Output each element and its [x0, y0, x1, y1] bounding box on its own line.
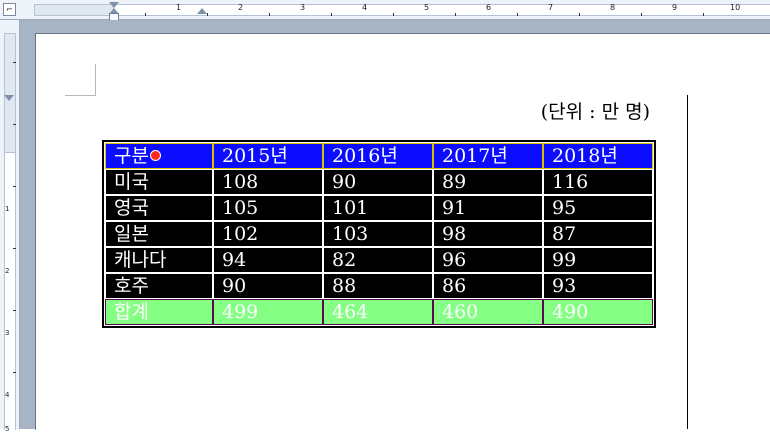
table-cell[interactable]: 2017년 — [433, 143, 543, 169]
table-cell[interactable]: 87 — [544, 222, 652, 246]
table-cell[interactable]: 93 — [544, 274, 652, 298]
tab-type-icon[interactable]: ⌐ — [3, 3, 16, 16]
table-cell[interactable]: 94 — [214, 248, 322, 272]
table-row: 영국 105 101 91 95 — [106, 196, 652, 220]
table-row: 호주 90 88 86 93 — [106, 274, 652, 298]
ruler-number: 2 — [5, 267, 10, 275]
table-cell[interactable]: 101 — [324, 196, 432, 220]
table-cell[interactable]: 103 — [324, 222, 432, 246]
table-cell[interactable]: 호주 — [106, 274, 212, 298]
table-header-row: 구분 2015년 2016년 2017년 2018년 — [105, 143, 653, 169]
ruler-left-margin — [34, 4, 114, 16]
table-cell[interactable]: 91 — [434, 196, 542, 220]
ruler-tick — [579, 13, 580, 16]
ruler-tick — [13, 372, 16, 373]
ruler-tick — [13, 310, 16, 311]
table-cell[interactable]: 90 — [324, 170, 432, 194]
vertical-indent-handle[interactable] — [4, 95, 14, 101]
table-cell[interactable]: 일본 — [106, 222, 212, 246]
ruler-number: 4 — [5, 391, 10, 399]
table-cell[interactable]: 90 — [214, 274, 322, 298]
right-indent-handle[interactable] — [197, 8, 207, 14]
ruler-number: 2 — [238, 3, 244, 12]
table-row: 일본 102 103 98 87 — [106, 222, 652, 246]
ruler-number: 5 — [424, 3, 430, 12]
table-cell[interactable]: 105 — [214, 196, 322, 220]
table-cell[interactable]: 96 — [434, 248, 542, 272]
ruler-number: 5 — [5, 425, 10, 433]
data-table[interactable]: 구분 2015년 2016년 2017년 2018년 미국 108 90 89 … — [102, 140, 656, 328]
ruler-tick — [13, 62, 16, 63]
table-cell[interactable]: 2015년 — [213, 143, 323, 169]
ruler-tick — [13, 186, 16, 187]
table-cell[interactable]: 2016년 — [323, 143, 433, 169]
ruler-number: 7 — [548, 3, 554, 12]
ruler-tick — [207, 13, 208, 16]
ruler-number: 1 — [176, 3, 182, 12]
ruler-tick — [517, 13, 518, 16]
ruler-number: 3 — [5, 329, 10, 337]
table-cell[interactable]: 99 — [544, 248, 652, 272]
table-row: 미국 108 90 89 116 — [106, 170, 652, 194]
unit-label: (단위 : 만 명) — [540, 101, 650, 123]
ruler-tick — [331, 13, 332, 16]
table-cell[interactable]: 464 — [323, 299, 433, 325]
ruler-tick — [13, 248, 16, 249]
ruler-tick — [455, 13, 456, 16]
table-cell[interactable]: 108 — [214, 170, 322, 194]
ruler-number: 4 — [362, 3, 368, 12]
horizontal-ruler[interactable]: ⌐ 1 2 3 4 5 6 7 8 9 10 — [0, 0, 770, 21]
table-cell[interactable]: 116 — [544, 170, 652, 194]
cursor-marker-icon — [149, 149, 161, 161]
table-cell[interactable]: 영국 — [106, 196, 212, 220]
table-cell[interactable]: 499 — [213, 299, 323, 325]
ruler-number: 9 — [672, 3, 678, 12]
ruler-number: 8 — [610, 3, 616, 12]
ruler-top-margin — [4, 33, 16, 153]
table-cell[interactable]: 88 — [324, 274, 432, 298]
table-cell[interactable]: 98 — [434, 222, 542, 246]
vertical-ruler[interactable]: 1 2 3 4 5 — [0, 20, 20, 433]
header-cell-text: 구분 — [114, 145, 149, 167]
ruler-tick — [269, 13, 270, 16]
ruler-tick — [13, 124, 16, 125]
right-margin-line — [687, 95, 688, 429]
table-total-row: 합계 499 464 460 490 — [105, 299, 653, 325]
table-cell[interactable]: 95 — [544, 196, 652, 220]
table-row: 캐나다 94 82 96 99 — [106, 248, 652, 272]
table-cell[interactable]: 490 — [543, 299, 653, 325]
ruler-number: 10 — [730, 3, 741, 12]
ruler-tick — [393, 13, 394, 16]
ruler-number: 3 — [300, 3, 306, 12]
ruler-tick — [145, 13, 146, 16]
table-cell[interactable]: 102 — [214, 222, 322, 246]
table-cell[interactable]: 86 — [434, 274, 542, 298]
table-cell[interactable]: 89 — [434, 170, 542, 194]
table-cell[interactable]: 82 — [324, 248, 432, 272]
ruler-number: 6 — [486, 3, 492, 12]
table-cell[interactable]: 460 — [433, 299, 543, 325]
table-cell[interactable]: 구분 — [105, 143, 213, 169]
ruler-number: 1 — [5, 205, 10, 213]
table-cell[interactable]: 2018년 — [543, 143, 653, 169]
table-cell[interactable]: 합계 — [105, 299, 213, 325]
ruler-tick — [641, 13, 642, 16]
table-cell[interactable]: 미국 — [106, 170, 212, 194]
table-cell[interactable]: 캐나다 — [106, 248, 212, 272]
margin-corner-mark — [65, 95, 96, 96]
ruler-tick — [703, 13, 704, 16]
margin-corner-mark — [95, 64, 96, 96]
